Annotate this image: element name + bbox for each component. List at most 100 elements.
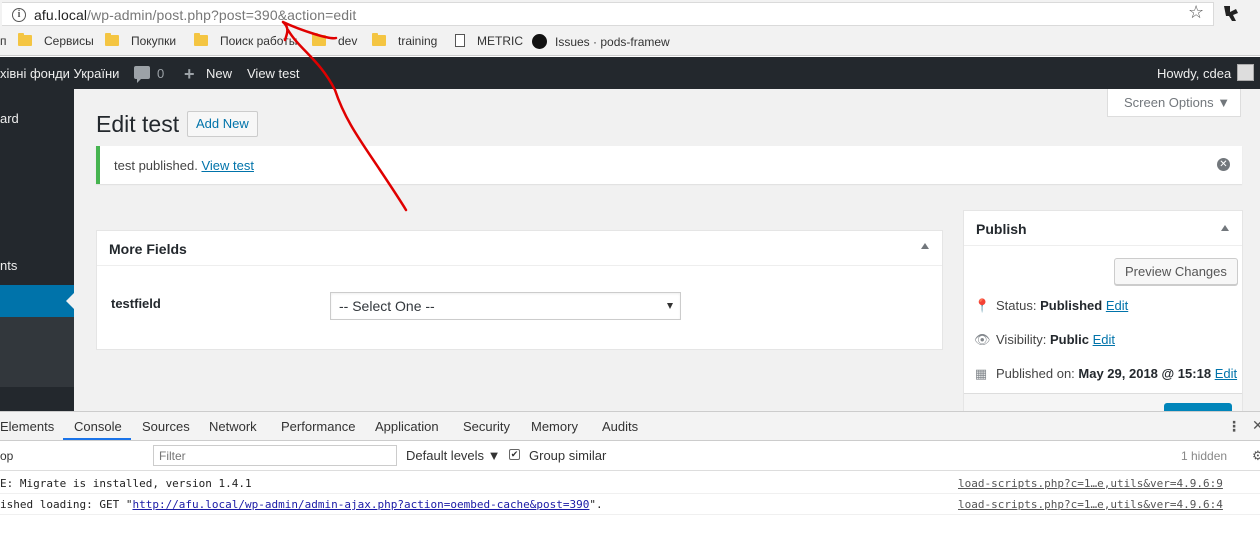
- select-value: -- Select One --: [339, 298, 435, 314]
- tab-security[interactable]: Security: [463, 419, 510, 434]
- more-menu-icon[interactable]: ⋮: [1227, 418, 1241, 435]
- field-label: testfield: [111, 296, 161, 311]
- bookmark-issues[interactable]: Issues · pods-framew: [532, 34, 670, 49]
- calendar-icon: ▦: [974, 366, 988, 381]
- wp-admin-bar: хівні фонди України 0 + New View test Ho…: [0, 57, 1260, 89]
- admin-sidebar: ard nts: [0, 89, 74, 411]
- tab-performance[interactable]: Performance: [281, 419, 355, 434]
- info-icon[interactable]: i: [12, 8, 26, 22]
- github-icon: [532, 34, 547, 49]
- edit-date-link[interactable]: Edit: [1215, 366, 1237, 381]
- collapse-arrow-icon[interactable]: [921, 243, 929, 249]
- preview-changes-button[interactable]: Preview Changes: [1114, 258, 1238, 285]
- page-title: Edit test: [96, 111, 180, 137]
- screen-options-button[interactable]: Screen Options ▼: [1107, 89, 1241, 117]
- tab-audits[interactable]: Audits: [602, 419, 638, 434]
- log-message: E: Migrate is installed, version 1.4.1: [0, 477, 252, 490]
- dropdown-arrow-icon: [667, 303, 673, 309]
- sidebar-item-dashboard[interactable]: ard: [0, 111, 19, 126]
- dismiss-icon[interactable]: ✕: [1217, 158, 1230, 171]
- bookmark-star-icon[interactable]: ☆: [1188, 2, 1204, 23]
- url-text[interactable]: afu.local/wp-admin/post.php?post=390&act…: [34, 7, 356, 23]
- published-date: May 29, 2018 @ 15:18: [1078, 366, 1212, 381]
- log-source-link[interactable]: load-scripts.php?c=1…e,utils&ver=4.9.6:9: [958, 477, 1223, 490]
- view-post-link[interactable]: View test: [247, 66, 300, 81]
- devtools-tabbar: Elements Console Sources Network Perform…: [0, 411, 1260, 441]
- folder-icon: [105, 33, 119, 46]
- howdy-user[interactable]: Howdy, cdea: [1157, 66, 1231, 81]
- publish-header[interactable]: Publish: [964, 211, 1242, 246]
- edit-status-link[interactable]: Edit: [1106, 298, 1128, 313]
- bookmark-services[interactable]: Сервисы: [18, 33, 94, 48]
- caret-down-icon: ▼: [487, 448, 501, 463]
- site-name[interactable]: хівні фонди України: [0, 66, 119, 81]
- edit-visibility-link[interactable]: Edit: [1093, 332, 1115, 347]
- success-notice: test published. View test ✕: [96, 146, 1242, 184]
- tab-console[interactable]: Console: [74, 419, 122, 434]
- publish-metabox: Publish Preview Changes 📍 Status: Publish…: [963, 210, 1243, 413]
- bookmark-metric[interactable]: METRIC: [455, 34, 523, 48]
- plus-icon[interactable]: +: [184, 64, 195, 85]
- comments-icon[interactable]: [134, 66, 150, 83]
- log-source-link[interactable]: load-scripts.php?c=1…e,utils&ver=4.9.6:4: [958, 498, 1223, 511]
- comments-count[interactable]: 0: [157, 66, 164, 81]
- bookmarks-bar: п Сервисы Покупки Поиск работы dev train…: [0, 28, 1260, 56]
- folder-icon: [194, 33, 208, 46]
- tab-memory[interactable]: Memory: [531, 419, 578, 434]
- publish-title: Publish: [976, 221, 1027, 237]
- active-tab-indicator: [63, 438, 131, 440]
- log-levels-dropdown[interactable]: Default levels ▼: [406, 448, 501, 463]
- sidebar-submenu[interactable]: [0, 317, 74, 387]
- tab-network[interactable]: Network: [209, 419, 257, 434]
- page-icon: [455, 34, 465, 47]
- visibility-row: 👁 Visibility: Public Edit: [974, 332, 1116, 347]
- bookmark-partial[interactable]: п: [0, 34, 7, 48]
- more-fields-metabox: More Fields testfield -- Select One --: [96, 230, 943, 350]
- testfield-select[interactable]: -- Select One --: [330, 292, 681, 320]
- bookmark-dev[interactable]: dev: [312, 33, 357, 48]
- sidebar-item-comments[interactable]: nts: [0, 258, 17, 273]
- tab-elements[interactable]: Elements: [0, 419, 54, 434]
- bookmark-shopping[interactable]: Покупки: [105, 33, 176, 48]
- address-bar[interactable]: i afu.local/wp-admin/post.php?post=390&a…: [2, 2, 1214, 26]
- group-similar-checkbox[interactable]: ✔: [509, 449, 520, 460]
- metabox-header[interactable]: More Fields: [97, 231, 942, 266]
- console-log-row: E: Migrate is installed, version 1.4.1 l…: [0, 473, 1260, 494]
- pin-icon: 📍: [974, 298, 991, 313]
- context-selector[interactable]: op: [0, 449, 13, 463]
- new-menu[interactable]: New: [206, 66, 232, 81]
- log-url-link[interactable]: http://afu.local/wp-admin/admin-ajax.php…: [132, 498, 589, 511]
- visibility-value: Public: [1049, 332, 1089, 347]
- log-message: ished loading: GET "http://afu.local/wp-…: [0, 498, 603, 511]
- folder-icon: [372, 33, 386, 46]
- folder-icon: [312, 33, 326, 46]
- status-value: Published: [1040, 298, 1103, 313]
- browser-toolbar: i afu.local/wp-admin/post.php?post=390&a…: [0, 0, 1260, 28]
- hidden-count: 1 hidden: [1181, 449, 1228, 463]
- eye-icon: 👁: [974, 332, 991, 347]
- bookmark-jobs[interactable]: Поиск работы: [194, 33, 297, 48]
- url-host: afu.local: [34, 7, 88, 23]
- sidebar-item-active[interactable]: [0, 285, 74, 317]
- url-path: /wp-admin/post.php?post=390&action=edit: [87, 7, 357, 23]
- collapse-arrow-icon[interactable]: [1221, 225, 1229, 231]
- close-icon[interactable]: ✕: [1252, 417, 1260, 434]
- notice-message: test published. View test: [114, 158, 254, 173]
- avatar[interactable]: [1237, 64, 1254, 81]
- extension-icon[interactable]: [1221, 3, 1241, 23]
- gear-icon[interactable]: ⚙: [1252, 448, 1260, 464]
- metabox-title: More Fields: [109, 241, 187, 257]
- console-log-row: ished loading: GET "http://afu.local/wp-…: [0, 494, 1260, 515]
- notice-view-link[interactable]: View test: [201, 158, 254, 173]
- console-toolbar: op Default levels ▼ ✔ Group similar 1 hi…: [0, 441, 1260, 471]
- folder-icon: [18, 33, 32, 46]
- tab-application[interactable]: Application: [375, 419, 439, 434]
- group-similar-label: Group similar: [529, 448, 607, 463]
- filter-input[interactable]: [153, 445, 397, 466]
- published-on-row: ▦ Published on: May 29, 2018 @ 15:18 Edit: [974, 366, 1238, 381]
- bookmark-training[interactable]: training: [372, 33, 437, 48]
- status-row: 📍 Status: Published Edit: [974, 298, 1129, 313]
- add-new-button[interactable]: Add New: [187, 111, 258, 137]
- caret-down-icon: ▼: [1217, 95, 1231, 110]
- tab-sources[interactable]: Sources: [142, 419, 190, 434]
